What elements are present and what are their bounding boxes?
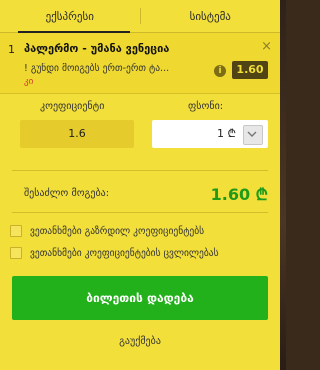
bet-selection: კი bbox=[24, 77, 34, 87]
bet-odds-badge: 1.60 bbox=[232, 61, 268, 79]
accept-odds-change-row[interactable]: ვეთანხმები კოეფიციენტების ცვლილებას bbox=[10, 246, 219, 260]
accept-odds-change-checkbox[interactable] bbox=[10, 247, 22, 259]
divider bbox=[12, 212, 268, 213]
chevron-down-icon bbox=[247, 131, 257, 137]
coefficient-label: კოეფიციენტი bbox=[40, 101, 105, 112]
possible-win-value: 1.60 ₾ bbox=[210, 185, 268, 204]
accept-increased-odds-checkbox[interactable] bbox=[10, 225, 22, 237]
amount-label: ფსონი: bbox=[188, 101, 224, 112]
bet-title: პალერმო - უმანა ვენეცია bbox=[24, 42, 170, 55]
place-bet-button[interactable]: ბილეთის დადება bbox=[12, 276, 268, 320]
coefficient-value: 1.6 bbox=[20, 120, 134, 148]
amount-input[interactable]: 1 ₾ bbox=[152, 120, 268, 148]
info-icon[interactable]: i bbox=[214, 65, 226, 77]
cancel-link[interactable]: გაუქმება bbox=[0, 336, 280, 347]
bet-index: 1 bbox=[8, 43, 15, 56]
amount-dropdown-button[interactable] bbox=[243, 125, 263, 145]
possible-win-label: შესაძლო მოგება: bbox=[24, 188, 110, 199]
tab-express[interactable]: ექსპრესი bbox=[0, 0, 140, 33]
accept-increased-odds-row[interactable]: ვეთანხმები გაზრდილ კოეფიციენტებს bbox=[10, 224, 204, 238]
divider bbox=[12, 170, 268, 171]
bet-slip: ექსპრესი სისტემა 1 პალერმო - უმანა ვენეც… bbox=[0, 0, 280, 370]
background-strip bbox=[280, 0, 286, 370]
tab-system[interactable]: სისტემა bbox=[141, 0, 281, 32]
bet-item: 1 პალერმო - უმანა ვენეცია × ! გუნდი მოიგ… bbox=[0, 33, 280, 94]
amount-value: 1 ₾ bbox=[217, 127, 236, 140]
accept-odds-change-label: ვეთანხმები კოეფიციენტების ცვლილებას bbox=[30, 247, 219, 259]
accept-increased-odds-label: ვეთანხმები გაზრდილ კოეფიციენტებს bbox=[30, 225, 205, 237]
bet-market: ! გუნდი მოიგებს ერთ-ერთ ტა... bbox=[24, 63, 170, 74]
tab-bar: ექსპრესი სისტემა bbox=[0, 0, 280, 33]
close-icon[interactable]: × bbox=[261, 39, 272, 54]
